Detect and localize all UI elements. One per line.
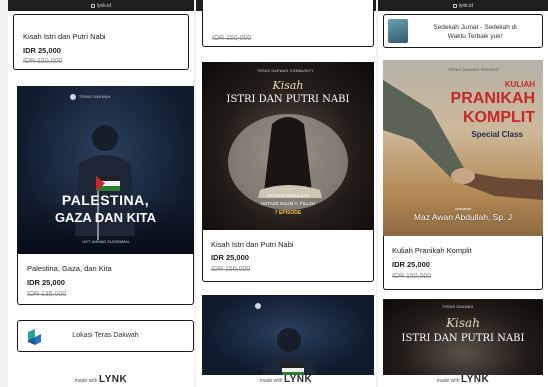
product-price: IDR 25,000 [27, 278, 65, 287]
poster-title-line1: PALESTINA, [61, 192, 150, 208]
palestina-poster[interactable]: TERAS DAKWAH PALESTINA, GAZA DAN KITA US… [17, 86, 194, 254]
lynk-logo: LYNK [98, 374, 128, 385]
poster-subtitle: Special Class [471, 130, 523, 139]
poster-speaker-1: USTADZ ABDULLAH [266, 193, 310, 198]
screenshot-collage: lynk.id Kisah Istri dan Putri Nabi IDR 2… [0, 0, 548, 387]
poster-bersama: bersama [455, 206, 471, 211]
poster-brand: TERAS DAKWAH [442, 305, 474, 309]
location-link-label: Lokasi Teras Dakwah [72, 332, 139, 339]
palestina-poster-partial[interactable] [202, 295, 374, 375]
lynk-logo: LYNK [283, 374, 313, 385]
poster-episode: 7 EPISODE [274, 210, 302, 216]
phone-screen-2[interactable]: lynk.id IDR 150,000 TERAS DAKWAH COMMUNI… [196, 0, 376, 387]
kuliah-pranikah-poster[interactable]: TERAS DAKWAH PRESENT KULIAH PRANIKAH KOM… [383, 60, 543, 236]
lynk-logo: LYNK [460, 374, 490, 385]
sedekah-banner-link[interactable]: Sedekah Jumat - Sedekah di Waktu Terbaik… [383, 14, 543, 48]
product-old-price: IDR 150,000 [392, 273, 432, 280]
product-title: Palestina, Gaza, dan Kita [27, 264, 112, 273]
poster-title-line2: PRANIKAH [450, 90, 535, 107]
product-title: Kuliah Pranikah Komplit [392, 246, 472, 255]
banner-text: Sedekah Jumat - Sedekah di Waktu Terbaik… [433, 24, 517, 40]
product-price: IDR 25,000 [392, 260, 430, 269]
child-silhouette-illustration [70, 94, 135, 240]
product-card-kuliah[interactable]: Kuliah Pranikah Komplit IDR 25,000 IDR 1… [383, 236, 543, 290]
kisah-poster[interactable]: TERAS DAKWAH COMMUNITY Kisah ISTRI DAN P… [202, 62, 374, 230]
poster-speaker: UST. AHMAD SUDIRMAN [82, 239, 129, 244]
poster-title-line2: GAZA DAN KITA [54, 210, 157, 225]
product-card-palestina[interactable]: Palestina, Gaza, dan Kita IDR 25,000 IDR… [17, 254, 194, 305]
poster-script-title: Kisah [446, 316, 480, 330]
made-with-footer[interactable]: made with LYNK [196, 374, 376, 385]
location-link-button[interactable]: Lokasi Teras Dakwah [17, 320, 194, 352]
product-old-price: IDR 150,000 [212, 35, 252, 42]
product-card-kisah[interactable]: Kisah Istri dan Putri Nabi IDR 25,000 ID… [13, 14, 189, 70]
product-old-price: IDR 150,000 [23, 58, 63, 65]
made-with-footer[interactable]: made with LYNK [378, 374, 548, 385]
phone-screen-3[interactable]: lynk.id Sedekah Jumat - Sedekah di Waktu… [378, 0, 548, 387]
product-card-kisah[interactable]: Kisah Istri dan Putri Nabi IDR 25,000 ID… [202, 230, 374, 282]
browser-url-bar: lynk.id [378, 0, 548, 11]
url-text: lynk.id [458, 2, 474, 9]
poster-speaker-2: USTADZ SALIM A. FILLAH [260, 201, 316, 206]
poster-bersama: Bersama [279, 186, 296, 191]
lock-icon [452, 3, 457, 8]
product-card-top-partial[interactable]: IDR 150,000 [202, 0, 374, 47]
browser-url-bar: lynk.id [8, 0, 194, 11]
product-old-price: IDR 135,000 [27, 291, 67, 298]
poster-title-line3: KOMPLIT [463, 109, 535, 126]
product-price: IDR 25,000 [23, 46, 61, 55]
product-title: Kisah Istri dan Putri Nabi [211, 240, 294, 249]
product-price: IDR 25,000 [211, 253, 249, 262]
lock-icon [90, 3, 95, 8]
product-title: Kisah Istri dan Putri Nabi [23, 32, 106, 41]
sedekah-thumbnail-icon [388, 19, 408, 43]
url-text: lynk.id [96, 2, 112, 9]
phone-screen-1[interactable]: lynk.id Kisah Istri dan Putri Nabi IDR 2… [8, 0, 194, 387]
child-silhouette-illustration [255, 303, 317, 375]
made-with-footer[interactable]: made with LYNK [8, 374, 194, 385]
kisah-poster-partial[interactable]: TERAS DAKWAH Kisah ISTRI DAN PUTRI NABI [383, 299, 543, 375]
poster-title: ISTRI DAN PUTRI NABI [401, 333, 525, 344]
product-old-price: IDR 150,000 [211, 266, 251, 273]
poster-speaker: Maz Awan Abdullah, Sp. J [413, 212, 513, 222]
poster-title-line1: KULIAH [504, 80, 535, 89]
